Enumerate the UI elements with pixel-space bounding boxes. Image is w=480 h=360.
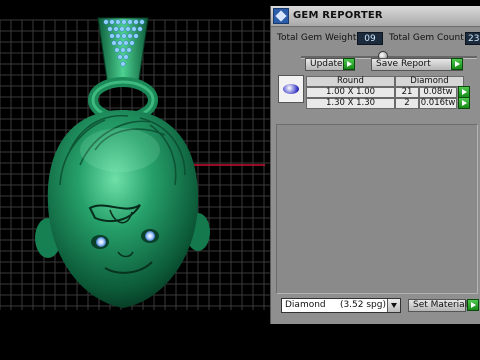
row-size: 1.30 X 1.30 — [306, 98, 395, 109]
total-gem-count-value: 23 — [465, 32, 480, 45]
row-weight: 0.08tw — [419, 87, 457, 98]
panel-titlebar[interactable]: GEM REPORTER — [271, 6, 480, 27]
update-play-arrow-icon[interactable] — [343, 58, 355, 70]
row-count: 2 — [395, 98, 419, 109]
round-gem-icon[interactable] — [278, 75, 304, 103]
total-gem-weight-label: Total Gem Weight — [277, 33, 357, 43]
save-report-play-arrow-icon[interactable] — [451, 58, 463, 70]
right-eye-gem — [145, 231, 155, 241]
pendant-bail — [88, 17, 158, 123]
set-material-button[interactable]: Set Material — [408, 299, 467, 312]
empty-list-area — [276, 124, 478, 294]
panel-title: GEM REPORTER — [293, 10, 383, 21]
left-eye-gem — [96, 237, 106, 247]
total-gem-count-label: Total Gem Count — [389, 33, 464, 43]
viewport-canvas — [0, 17, 270, 310]
material-select-value: Diamond (3.52 spg) — [285, 300, 386, 310]
dropdown-arrow-icon[interactable] — [387, 299, 400, 312]
set-material-play-arrow-icon[interactable] — [467, 299, 479, 311]
column-header-round: Round — [306, 76, 395, 87]
gem-reporter-icon — [273, 8, 289, 24]
3d-viewport[interactable] — [0, 0, 270, 312]
pendant-head-model — [35, 110, 210, 308]
column-header-diamond: Diamond — [395, 76, 464, 87]
gem-table: Round Diamond 1.00 X 1.00 21 0.08tw 1.30… — [278, 75, 478, 117]
gem-reporter-panel: GEM REPORTER Total Gem Weight 09 Total G… — [270, 6, 480, 324]
total-gem-weight-value: 09 — [357, 32, 383, 45]
row-weight: 0.016tw — [419, 98, 457, 109]
save-report-button[interactable]: Save Report — [371, 58, 463, 71]
row-size: 1.00 X 1.00 — [306, 87, 395, 98]
row-count: 21 — [395, 87, 419, 98]
material-select[interactable]: Diamond (3.52 spg) — [281, 298, 401, 313]
totals-row: Total Gem Weight 09 Total Gem Count 23 — [271, 30, 480, 48]
row-play-arrow-icon[interactable] — [458, 97, 470, 109]
